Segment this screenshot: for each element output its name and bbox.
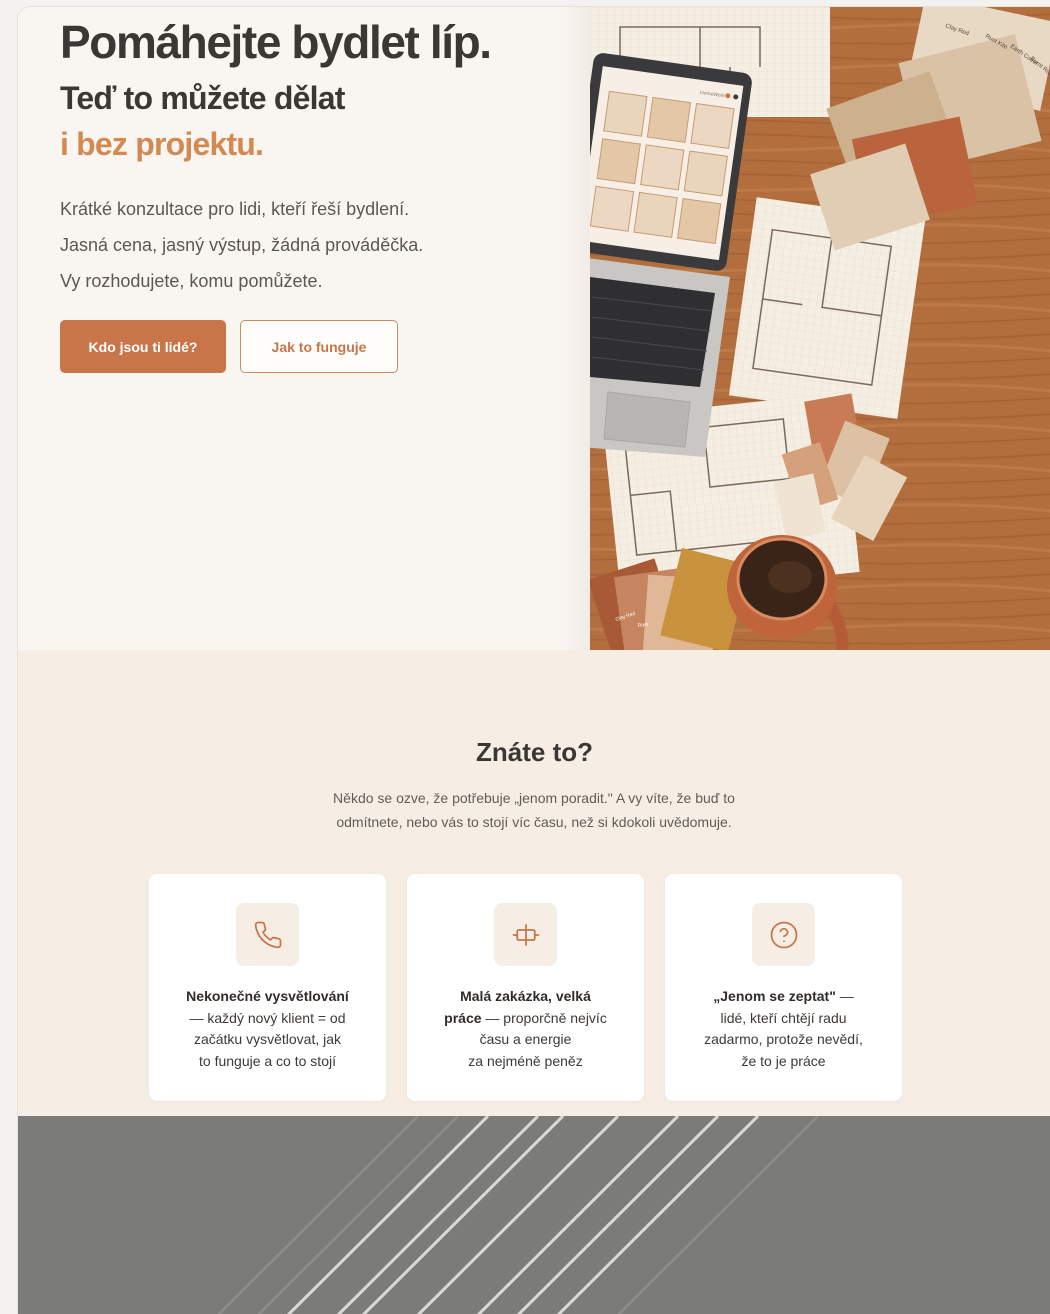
problem-card-title: práce bbox=[444, 1009, 482, 1026]
problem-card-line: že to je práce bbox=[741, 1052, 826, 1069]
phone-icon bbox=[236, 903, 299, 966]
diagonal-stripes bbox=[217, 1116, 819, 1314]
problem-card-line: to funguje a co to stojí bbox=[199, 1052, 336, 1069]
image-placeholder-section bbox=[18, 1116, 1050, 1314]
hero-section: Pomáhejte bydlet líp. Teď to můžete děla… bbox=[18, 7, 1050, 650]
hero-subtitle-accent: i bez projektu. bbox=[60, 126, 264, 162]
hero-description: Krátké konzultace pro lidi, kteří řeší b… bbox=[60, 191, 423, 299]
problem-card: „Jenom se zeptat" — lidé, kteří chtějí r… bbox=[665, 874, 902, 1101]
hero-description-line: Krátké konzultace pro lidi, kteří řeší b… bbox=[60, 199, 410, 219]
question-icon bbox=[752, 903, 815, 966]
problem-card-title: Nekonečné vysvětlování bbox=[186, 988, 349, 1004]
problem-card-text: „Jenom se zeptat" — lidé, kteří chtějí r… bbox=[681, 986, 886, 1072]
hero-description-line: Jasná cena, jasný výstup, žádná prováděč… bbox=[60, 235, 424, 255]
section-lead: Někdo se ozve, že potřebuje „jenom porad… bbox=[284, 786, 784, 834]
problem-card: Malá zakázka, velká práce — proporčně ne… bbox=[407, 874, 644, 1101]
problem-card-line: — bbox=[835, 988, 854, 1004]
problem-card-line: za nejméně peněz bbox=[468, 1052, 583, 1069]
measure-icon bbox=[494, 903, 557, 966]
problem-card-line: času a energie bbox=[479, 1031, 572, 1047]
hero-title: Pomáhejte bydlet líp. bbox=[60, 16, 492, 68]
section-title: Znáte to? bbox=[476, 737, 593, 767]
section-lead-line: Někdo se ozve, že potřebuje „jenom porad… bbox=[333, 790, 735, 806]
section-lead-line: odmítnete, nebo vás to stojí víc času, n… bbox=[336, 814, 732, 830]
landing-page: Pomáhejte bydlet líp. Teď to můžete děla… bbox=[17, 6, 1050, 1314]
problem-card-line: lidé, kteří chtějí radu bbox=[720, 1009, 847, 1026]
problem-card-text: Malá zakázka, velká práce — proporčně ne… bbox=[423, 986, 628, 1072]
problem-card-line: — každý nový klient = od bbox=[189, 1009, 346, 1026]
problem-card-text: Nekonečné vysvětlování — každý nový klie… bbox=[165, 986, 370, 1072]
problem-card-line: — proporčně nejvíc bbox=[481, 1009, 607, 1026]
hero-description-line: Vy rozhodujete, komu pomůžete. bbox=[60, 271, 323, 291]
problem-card-title: Malá zakázka, velká bbox=[460, 988, 591, 1004]
problem-card: Nekonečné vysvětlování — každý nový klie… bbox=[149, 874, 386, 1101]
problem-card-title: „Jenom se zeptat" bbox=[713, 988, 836, 1004]
problems-section: Znáte to? Někdo se ozve, že potřebuje „j… bbox=[18, 650, 1050, 1116]
hero-subtitle: Teď to můžete dělat bbox=[60, 80, 345, 116]
problem-card-line: zadarmo, protože nevědí, bbox=[704, 1031, 863, 1047]
who-are-they-button[interactable]: Kdo jsou ti lidé? bbox=[60, 320, 226, 373]
hero-illustration: Clay Red Rust Kite Earth Cotter Burnt Ro… bbox=[590, 7, 1050, 650]
problem-card-line: začátku vysvětlovat, jak bbox=[193, 1031, 342, 1047]
how-it-works-button[interactable]: Jak to funguje bbox=[240, 320, 398, 373]
